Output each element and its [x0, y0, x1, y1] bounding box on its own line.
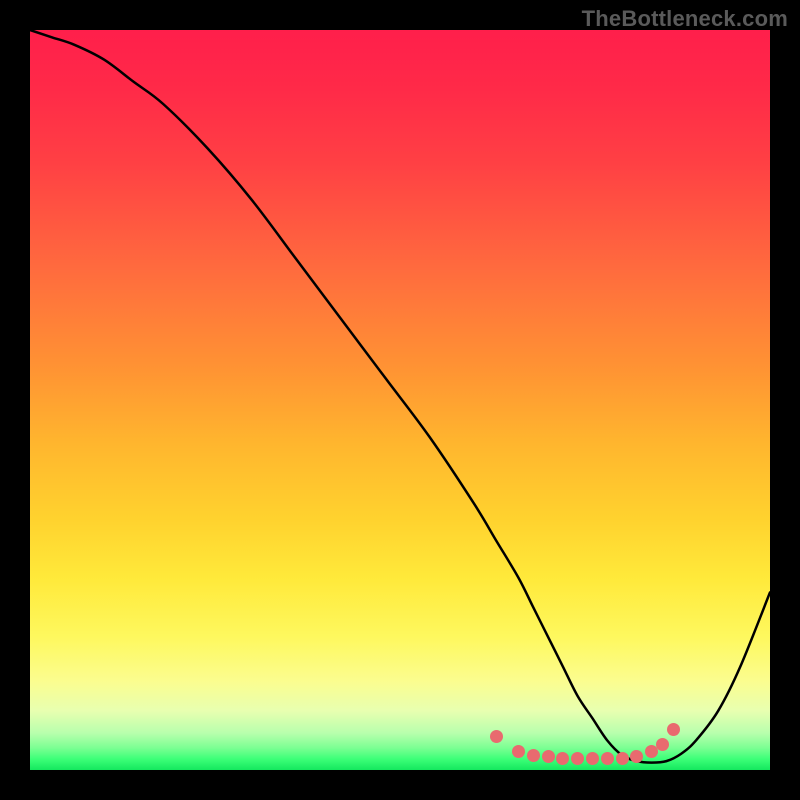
highlight-dot: [616, 752, 629, 765]
highlight-dots-layer: [30, 30, 770, 770]
highlight-dot: [656, 738, 669, 751]
watermark-text: TheBottleneck.com: [582, 6, 788, 32]
chart-container: TheBottleneck.com: [0, 0, 800, 800]
highlight-dot: [601, 752, 614, 765]
highlight-dot: [571, 752, 584, 765]
highlight-dot: [586, 752, 599, 765]
plot-area: [30, 30, 770, 770]
highlight-dot: [630, 750, 643, 763]
highlight-dot: [667, 723, 680, 736]
highlight-dot: [512, 745, 525, 758]
highlight-dot: [527, 749, 540, 762]
highlight-dot: [542, 750, 555, 763]
highlight-dot: [556, 752, 569, 765]
highlight-dot: [490, 730, 503, 743]
